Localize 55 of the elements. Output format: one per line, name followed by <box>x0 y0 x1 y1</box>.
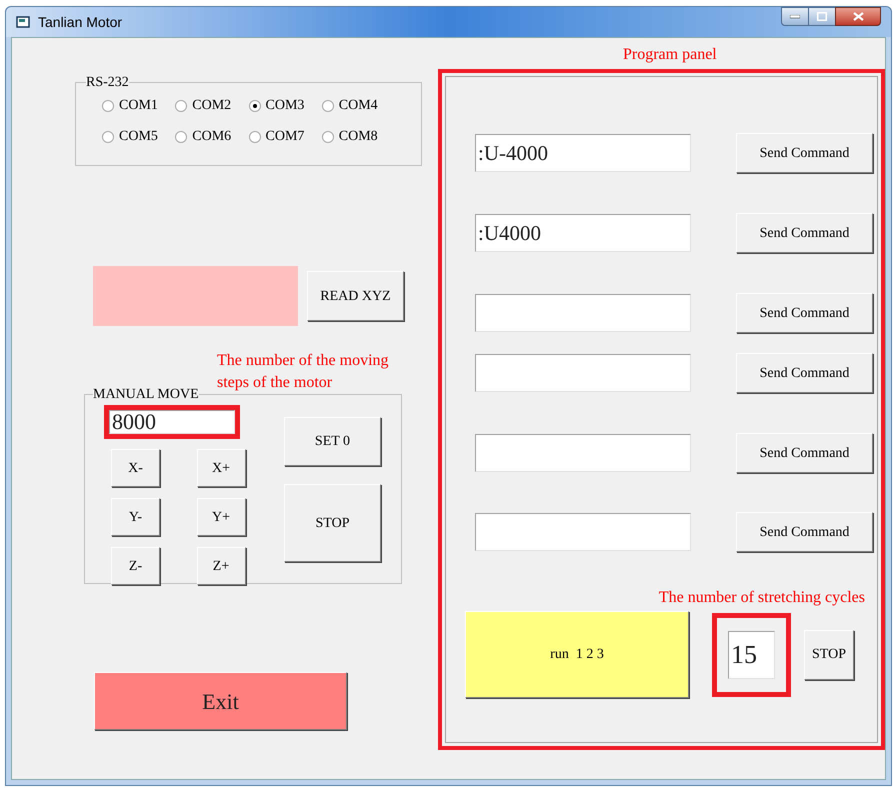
maximize-button[interactable] <box>809 7 835 26</box>
jog-button[interactable]: X+ <box>196 449 246 487</box>
jog-button[interactable]: Z- <box>111 547 160 585</box>
jog-button[interactable]: Y- <box>111 498 160 536</box>
radio-button[interactable] <box>102 100 114 112</box>
stop-button[interactable]: STOP <box>284 484 381 562</box>
run-button[interactable]: run 1 2 3 <box>465 611 689 698</box>
window-title: Tanlian Motor <box>38 12 122 32</box>
radio-button[interactable] <box>248 100 260 112</box>
cycles-annotation: The number of stretching cycles <box>658 588 865 608</box>
command-field[interactable] <box>475 354 691 392</box>
stop-button[interactable]: STOP <box>804 630 854 680</box>
command-field[interactable]: :U4000 <box>475 214 691 252</box>
send-command-button[interactable]: Send Command <box>736 133 873 173</box>
jog-button[interactable]: Z+ <box>196 547 246 585</box>
com-radio[interactable]: COM2 <box>175 95 248 116</box>
app-icon <box>16 15 30 29</box>
send-command-button[interactable]: Send Command <box>736 353 873 393</box>
command-field[interactable] <box>475 294 691 332</box>
jog-button[interactable]: X- <box>111 449 160 487</box>
minimize-icon <box>790 14 800 18</box>
send-command-button[interactable]: Send Command <box>736 433 873 473</box>
close-button[interactable] <box>835 7 881 26</box>
maximize-icon <box>817 12 827 21</box>
com-radio[interactable]: COM7 <box>248 126 322 147</box>
exit-button[interactable]: Exit <box>94 672 347 730</box>
command-field[interactable] <box>475 513 691 551</box>
radio-button[interactable] <box>322 100 334 112</box>
com-radio[interactable]: COM1 <box>102 95 176 116</box>
group-label: MANUAL MOVE <box>93 386 199 404</box>
radio-button[interactable] <box>322 130 334 142</box>
set-zero-button[interactable]: SET 0 <box>284 417 381 466</box>
com-radio[interactable]: COM3 <box>248 95 322 116</box>
radio-button[interactable] <box>175 130 188 142</box>
radio-button[interactable] <box>175 100 188 112</box>
jog-button[interactable]: Y+ <box>196 498 246 536</box>
panel-annotation: Program panel <box>623 45 717 65</box>
group-label: RS-232 <box>86 74 129 92</box>
send-command-button[interactable]: Send Command <box>736 293 873 333</box>
radio-button[interactable] <box>248 130 260 142</box>
send-command-button[interactable]: Send Command <box>736 213 873 253</box>
send-command-button[interactable]: Send Command <box>736 512 873 552</box>
com-radio[interactable]: COM6 <box>175 126 248 147</box>
com-radio[interactable]: COM4 <box>322 95 395 116</box>
command-field[interactable] <box>475 434 691 472</box>
minimize-button[interactable] <box>781 7 809 26</box>
steps-field[interactable]: 8000 <box>109 410 235 434</box>
com-radio[interactable]: COM5 <box>102 126 176 147</box>
steps-annotation: The number of the moving steps of the motor <box>217 351 390 393</box>
close-icon <box>852 12 864 21</box>
radio-button[interactable] <box>102 130 114 142</box>
read-xyz-button[interactable]: READ XYZ <box>307 271 404 321</box>
cycles-field[interactable]: 15 <box>728 630 775 678</box>
command-field[interactable]: :U-4000 <box>475 134 691 172</box>
com-radio[interactable]: COM8 <box>322 126 395 147</box>
